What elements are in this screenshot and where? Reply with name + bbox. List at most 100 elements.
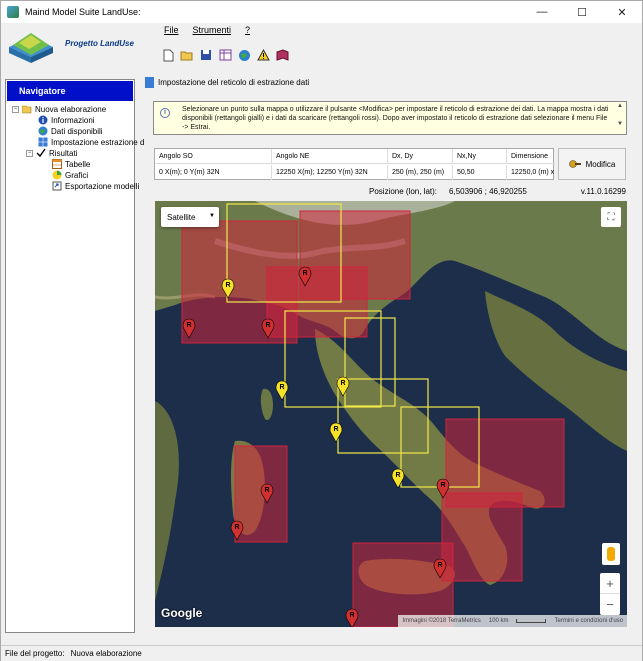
menu-file[interactable]: File — [164, 25, 179, 35]
marker-letter: R — [265, 322, 270, 329]
scale-bar — [516, 619, 547, 623]
header-dx-dy: Dx, Dy — [388, 148, 453, 164]
modify-button-label: Modifica — [585, 159, 616, 169]
header-angolo-so: Angolo SO — [155, 148, 272, 164]
book-icon[interactable] — [275, 48, 289, 62]
app-header: Progetto LandUse File Strumenti ? — [1, 23, 642, 73]
marker-letter: R — [264, 487, 269, 494]
app-icon — [7, 6, 19, 18]
tree-item-label: Dati disponibili — [51, 126, 103, 136]
tree-item-label: Impostazione estrazione d — [51, 137, 145, 147]
window-title: Maind Model Suite LandUse: — [25, 7, 141, 17]
table-header-row: Angolo SO Angolo NE Dx, Dy Nx,Ny Dimensi… — [155, 148, 555, 164]
chart-icon — [52, 170, 62, 180]
header-angolo-ne: Angolo NE — [272, 148, 388, 164]
marker-letter: R — [437, 562, 442, 569]
map-view[interactable]: R R R R R R R R R R R R R Satellite ▼ ⛶ … — [155, 201, 627, 627]
map-type-value: Satellite — [167, 212, 196, 222]
scroll-down-arrow[interactable]: ▼ — [615, 121, 625, 127]
google-logo: Google — [161, 606, 203, 620]
new-file-icon[interactable] — [161, 48, 175, 62]
grid-parameters-table: Angolo SO Angolo NE Dx, Dy Nx,Ny Dimensi… — [154, 148, 555, 180]
tree-item-label: Tabelle — [65, 159, 91, 169]
header-dimensione: Dimensione — [511, 152, 548, 160]
cell-angolo-ne: 12250 X(m); 12250 Y(m) 32N — [272, 165, 388, 180]
app-window: Maind Model Suite LandUse: — ☐ ✕ Progett… — [0, 0, 643, 661]
position-label: Posizione (lon, lat): — [369, 187, 438, 196]
zoom-out-button[interactable]: − — [600, 594, 620, 615]
collapse-toggle[interactable]: − — [26, 149, 33, 157]
table-icon — [52, 159, 62, 169]
marker-letter: R — [333, 426, 338, 433]
modify-button[interactable]: Modifica — [558, 148, 626, 180]
status-label: File del progetto: — [5, 649, 65, 658]
settings-icon — [568, 160, 581, 168]
menu-help[interactable]: ? — [245, 25, 250, 35]
cell-dimensione: 12250,0 (m) x — [511, 169, 555, 176]
header-nx-ny: Nx,Ny — [453, 148, 507, 164]
folder-open-icon — [22, 105, 32, 114]
tree-item-label: Risultati — [49, 148, 78, 158]
tree-item-grafici[interactable]: Grafici — [52, 170, 88, 180]
chevron-down-icon: ▼ — [209, 213, 215, 219]
landuse-logo — [9, 33, 53, 63]
table-row[interactable]: 0 X(m); 0 Y(m) 32N 12250 X(m); 12250 Y(m… — [155, 165, 555, 180]
section-header: Impostazione del reticolo di estrazione … — [145, 77, 309, 88]
maximize-button[interactable]: ☐ — [562, 1, 602, 23]
tree-item-label: Grafici — [65, 170, 89, 180]
cell-angolo-so: 0 X(m); 0 Y(m) 32N — [155, 165, 272, 180]
warning-icon[interactable] — [256, 48, 270, 62]
marker-letter: R — [225, 282, 230, 289]
info-icon: i — [160, 108, 170, 118]
fullscreen-button[interactable]: ⛶ — [601, 207, 621, 227]
tree-item-nuova-elaborazione[interactable]: − Nuova elaborazione — [12, 104, 106, 114]
zoom-control: + − — [600, 573, 620, 615]
info-text: Selezionare un punto sulla mappa o utili… — [182, 106, 609, 131]
export-icon — [52, 181, 62, 191]
section-title: Impostazione del reticolo di estrazione … — [158, 78, 310, 87]
tree-item-informazioni[interactable]: Informazioni — [38, 115, 95, 125]
marker-letter: R — [302, 270, 307, 277]
grid-settings-icon — [145, 77, 154, 88]
info-scrollbar[interactable]: ▲ ▼ — [615, 103, 625, 133]
minimize-button[interactable]: — — [522, 1, 562, 23]
map-type-dropdown[interactable]: Satellite ▼ — [161, 207, 219, 227]
tree-item-label: Informazioni — [51, 115, 95, 125]
info-icon — [38, 115, 48, 125]
title-bar: Maind Model Suite LandUse: — ☐ ✕ — [1, 1, 642, 23]
save-icon[interactable] — [199, 48, 213, 62]
tree-item-label: Nuova elaborazione — [35, 104, 107, 114]
grid-settings-icon — [38, 137, 48, 147]
project-label: Progetto LandUse — [65, 39, 134, 48]
navigator-title: Navigatore — [7, 81, 133, 101]
cell-nx-ny: 50,50 — [453, 165, 507, 180]
marker-letter: R — [234, 524, 239, 531]
collapse-toggle[interactable]: − — [12, 105, 19, 113]
globe-icon[interactable] — [237, 48, 251, 62]
tree-item-risultati[interactable]: − Risultati — [26, 148, 77, 158]
grid-icon[interactable] — [218, 48, 232, 62]
marker-letter: R — [186, 322, 191, 329]
open-folder-icon[interactable] — [180, 48, 194, 62]
position-value: 6,503906 ; 46,920255 — [449, 187, 527, 196]
terms-link[interactable]: Termini e condizioni d'uso — [554, 618, 623, 624]
toolbar — [161, 48, 289, 62]
marker-letter: R — [279, 384, 284, 391]
status-bar: File del progetto: Nuova elaborazione — [1, 645, 642, 661]
menu-bar: File Strumenti ? — [164, 25, 250, 35]
imagery-credit: Immagini ©2018 TerraMetrics — [402, 618, 481, 624]
satellite-map: R R R R R R R R R R R R R — [155, 201, 627, 627]
main-content: Impostazione del reticolo di estrazione … — [141, 73, 642, 643]
checkmark-icon — [36, 148, 46, 158]
marker-letter: R — [440, 482, 445, 489]
tree-item-impostazione-estrazione[interactable]: Impostazione estrazione d — [38, 137, 144, 147]
street-view-pegman-icon[interactable] — [602, 543, 620, 565]
tree-item-esportazione-modelli[interactable]: Esportazione modelli — [52, 181, 139, 191]
marker-letter: R — [349, 612, 354, 619]
menu-strumenti[interactable]: Strumenti — [193, 25, 232, 35]
tree-item-dati-disponibili[interactable]: Dati disponibili — [38, 126, 103, 136]
close-button[interactable]: ✕ — [602, 1, 642, 23]
map-attribution: Immagini ©2018 TerraMetrics 100 km Termi… — [398, 615, 627, 627]
zoom-in-button[interactable]: + — [600, 573, 620, 594]
tree-item-tabelle[interactable]: Tabelle — [52, 159, 90, 169]
